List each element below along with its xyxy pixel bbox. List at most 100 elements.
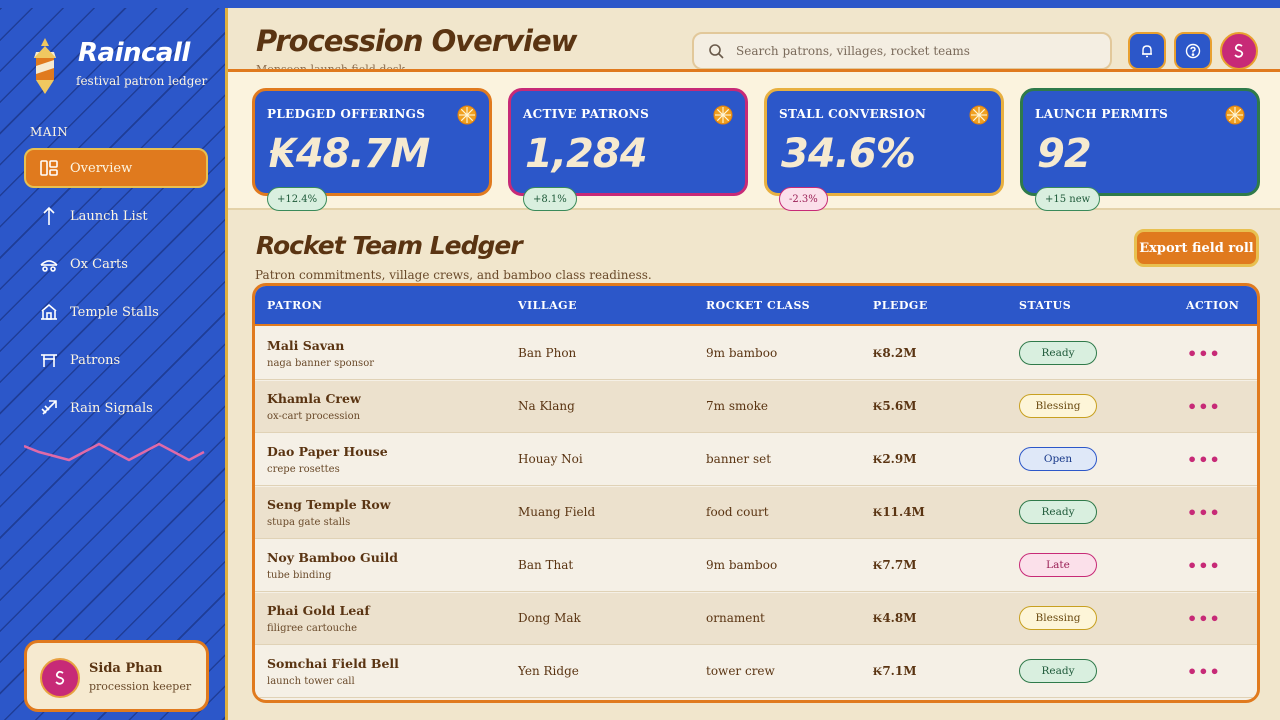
sidebar-item-label: Launch List <box>70 208 148 224</box>
row-actions-more-icon[interactable]: ••• <box>1187 397 1221 416</box>
search-input[interactable] <box>736 44 1076 58</box>
patron-note: stupa gate stalls <box>267 517 351 528</box>
row-actions-more-icon[interactable]: ••• <box>1187 609 1221 628</box>
ox-cart-icon <box>38 253 60 275</box>
brand-subtitle: festival patron ledger <box>76 74 208 88</box>
table-row[interactable]: Khamla Crew ox-cart procession Na Klang 7m … <box>255 381 1257 433</box>
table-row[interactable]: Phai Gold Leaf filigree cartouche Dong Mak… <box>255 593 1257 645</box>
launch-arrow-icon <box>38 205 60 227</box>
patron-name: Khamla Crew <box>267 391 361 406</box>
overview-icon <box>38 157 60 179</box>
user-name: Sida Phan <box>89 661 163 676</box>
rocket-class-cell: food court <box>706 505 769 519</box>
patron-name: Noy Bamboo Guild <box>267 550 399 565</box>
column-header-rocket-class[interactable]: ROCKET CLASS <box>706 299 810 312</box>
pledge-cell: ₭4.8M <box>873 611 917 625</box>
coin-icon <box>713 105 733 129</box>
ledger-subtitle: Patron commitments, village crews, and b… <box>255 268 652 282</box>
patron-name: Phai Gold Leaf <box>267 603 370 618</box>
sidebar-item-temple-stalls[interactable]: Temple Stalls <box>24 292 208 332</box>
table-row[interactable]: Seng Temple Row stupa gate stalls Muang Fi… <box>255 487 1257 539</box>
patron-note: launch tower call <box>267 676 355 687</box>
notifications-button[interactable] <box>1128 32 1166 70</box>
row-actions-more-icon[interactable]: ••• <box>1187 556 1221 575</box>
patron-note: filigree cartouche <box>267 623 358 634</box>
rocket-class-cell: 9m bamboo <box>706 346 778 360</box>
sidebar-item-overview[interactable]: Overview <box>24 148 208 188</box>
pledge-cell: ₭11.4M <box>873 505 925 519</box>
top-accent-strip <box>0 0 1280 8</box>
status-badge: Late <box>1019 553 1097 577</box>
kpi-card-active-patrons[interactable]: ACTIVE PATRONS 1,284 +8.1% <box>508 88 748 211</box>
kpi-value: 34.6% <box>781 131 916 177</box>
row-actions-more-icon[interactable]: ••• <box>1187 503 1221 522</box>
header-divider <box>228 69 1280 72</box>
table-row[interactable]: Noy Bamboo Guild tube binding Ban That 9m b… <box>255 540 1257 592</box>
village-cell: Ban Phon <box>518 346 577 360</box>
coin-icon <box>457 105 477 129</box>
table-header: PATRON VILLAGE ROCKET CLASS PLEDGE STATU… <box>255 286 1257 326</box>
nav-section-label: MAIN <box>30 125 69 139</box>
column-header-patron[interactable]: PATRON <box>267 299 322 312</box>
rocket-class-cell: banner set <box>706 452 772 466</box>
column-header-pledge[interactable]: PLEDGE <box>873 299 928 312</box>
rocket-team-table: PATRON VILLAGE ROCKET CLASS PLEDGE STATU… <box>252 283 1260 703</box>
village-cell: Yen Ridge <box>518 664 579 678</box>
sidebar: Raincall festival patron ledger MAIN Ove… <box>0 8 228 720</box>
temple-icon <box>38 301 60 323</box>
kpi-value: 92 <box>1037 131 1092 177</box>
help-icon <box>1185 43 1201 59</box>
column-header-village[interactable]: VILLAGE <box>518 299 577 312</box>
rocket-class-cell: tower crew <box>706 664 775 678</box>
table-row[interactable]: Dao Paper House crepe rosettes Houay Noi ba… <box>255 434 1257 486</box>
pledge-cell: ₭7.1M <box>873 664 917 678</box>
kpi-trend-badge: +8.1% <box>523 187 577 211</box>
pledge-cell: ₭8.2M <box>873 346 917 360</box>
kpi-label: ACTIVE PATRONS <box>523 107 650 121</box>
column-header-status[interactable]: STATUS <box>1019 299 1071 312</box>
status-badge: Ready <box>1019 500 1097 524</box>
village-cell: Dong Mak <box>518 611 581 625</box>
kpi-label: PLEDGED OFFERINGS <box>267 107 426 121</box>
village-cell: Houay Noi <box>518 452 583 466</box>
sidebar-item-label: Ox Carts <box>70 256 128 272</box>
sidebar-item-launch-list[interactable]: Launch List <box>24 196 208 236</box>
column-header-action: ACTION <box>1186 299 1240 312</box>
rocket-class-cell: ornament <box>706 611 765 625</box>
kpi-card-launch-permits[interactable]: LAUNCH PERMITS 92 +15 new <box>1020 88 1260 211</box>
patron-name: Dao Paper House <box>267 444 388 459</box>
brand-name: Raincall <box>78 38 190 68</box>
export-field-roll-button[interactable]: Export field roll <box>1134 229 1259 267</box>
avatar <box>40 658 80 698</box>
table-row[interactable]: Mali Savan naga banner sponsor Ban Phon 9m … <box>255 328 1257 380</box>
patron-name: Seng Temple Row <box>267 497 391 512</box>
row-actions-more-icon[interactable]: ••• <box>1187 662 1221 681</box>
rocket-signal-icon <box>38 397 60 419</box>
user-profile-card[interactable]: Sida Phan procession keeper <box>24 640 209 712</box>
status-badge: Blessing <box>1019 394 1097 418</box>
search-bar[interactable] <box>692 32 1112 70</box>
search-icon <box>708 43 724 59</box>
kpi-card-stall-conversion[interactable]: STALL CONVERSION 34.6% -2.3% <box>764 88 1004 211</box>
sidebar-item-ox-carts[interactable]: Ox Carts <box>24 244 208 284</box>
patron-note: tube binding <box>267 570 332 581</box>
torii-gate-icon <box>38 349 60 371</box>
kpi-card-pledged-offerings[interactable]: PLEDGED OFFERINGS ₭48.7M +12.4% <box>252 88 492 211</box>
table-row[interactable]: Somchai Field Bell launch tower call Yen R… <box>255 646 1257 698</box>
row-actions-more-icon[interactable]: ••• <box>1187 344 1221 363</box>
help-button[interactable] <box>1174 32 1212 70</box>
sidebar-item-rain-signals[interactable]: Rain Signals <box>24 388 208 428</box>
row-actions-more-icon[interactable]: ••• <box>1187 450 1221 469</box>
user-role: procession keeper <box>89 680 192 693</box>
rocket-class-cell: 9m bamboo <box>706 558 778 572</box>
sidebar-item-patrons[interactable]: Patrons <box>24 340 208 380</box>
patron-note: naga banner sponsor <box>267 358 374 369</box>
kpi-label: STALL CONVERSION <box>779 107 927 121</box>
sidebar-item-label: Patrons <box>70 352 121 368</box>
kpi-value: ₭48.7M <box>269 131 430 177</box>
status-badge: Ready <box>1019 659 1097 683</box>
sidebar-item-label: Rain Signals <box>70 400 153 416</box>
bell-icon <box>1142 45 1152 58</box>
page-title: Procession Overview <box>256 24 577 58</box>
header-avatar-button[interactable] <box>1220 32 1258 70</box>
